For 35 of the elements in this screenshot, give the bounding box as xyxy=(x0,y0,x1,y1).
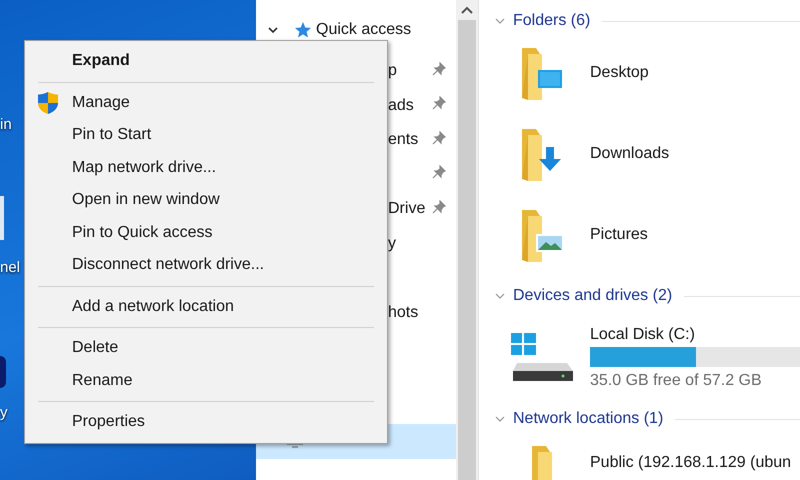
free-space-text: 35.0 GB free of 57.2 GB xyxy=(590,372,763,390)
menu-item[interactable]: Open in new window xyxy=(25,184,387,216)
drive-name[interactable]: Local Disk (C:) xyxy=(590,326,800,344)
menu-item[interactable]: Map network drive... xyxy=(25,152,387,184)
scroll-up-icon[interactable] xyxy=(461,6,473,14)
nav-item-label[interactable]: p xyxy=(388,62,432,80)
group-header[interactable]: Devices and drives (2) xyxy=(513,287,672,305)
folder-name[interactable]: Downloads xyxy=(590,144,670,162)
desktop-icon[interactable] xyxy=(0,356,6,388)
menu-item[interactable]: Pin to Quick access xyxy=(25,216,387,249)
menu-item[interactable]: Properties xyxy=(25,406,387,438)
nav-item-label[interactable]: ads xyxy=(388,96,432,115)
nav-item-label[interactable]: Drive xyxy=(388,200,432,218)
menu-item[interactable]: Rename xyxy=(25,364,387,397)
desktop-icon-label[interactable]: in xyxy=(0,116,12,133)
desktop-icon-label[interactable]: nel xyxy=(0,259,20,276)
scrollbar-thumb[interactable] xyxy=(458,20,476,480)
nav-item-label[interactable]: ents xyxy=(388,131,432,150)
group-header[interactable]: Network locations (1) xyxy=(513,410,664,428)
folder-name[interactable]: Pictures xyxy=(590,226,648,244)
quick-access-item[interactable]: Quick access xyxy=(316,21,412,39)
desktop-icon-label[interactable]: y xyxy=(0,404,8,421)
menu-item[interactable]: Pin to Start xyxy=(25,119,387,152)
drive-icon xyxy=(510,333,574,383)
nav-item-label[interactable]: hots xyxy=(388,304,446,322)
folder-name[interactable]: Desktop xyxy=(590,64,649,82)
nav-item-label[interactable]: y xyxy=(388,234,446,253)
menu-item[interactable]: Manage xyxy=(25,86,387,119)
menu-item[interactable]: Expand xyxy=(25,45,387,78)
menu-item[interactable]: Add a network location xyxy=(25,290,387,323)
star-icon xyxy=(294,21,312,39)
group-header[interactable]: Folders (6) xyxy=(513,12,590,30)
menu-item[interactable]: Delete xyxy=(25,332,387,364)
network-location-name[interactable]: Public (192.168.1.129 (ubun xyxy=(590,454,792,472)
menu-item[interactable]: Disconnect network drive... xyxy=(25,249,387,282)
